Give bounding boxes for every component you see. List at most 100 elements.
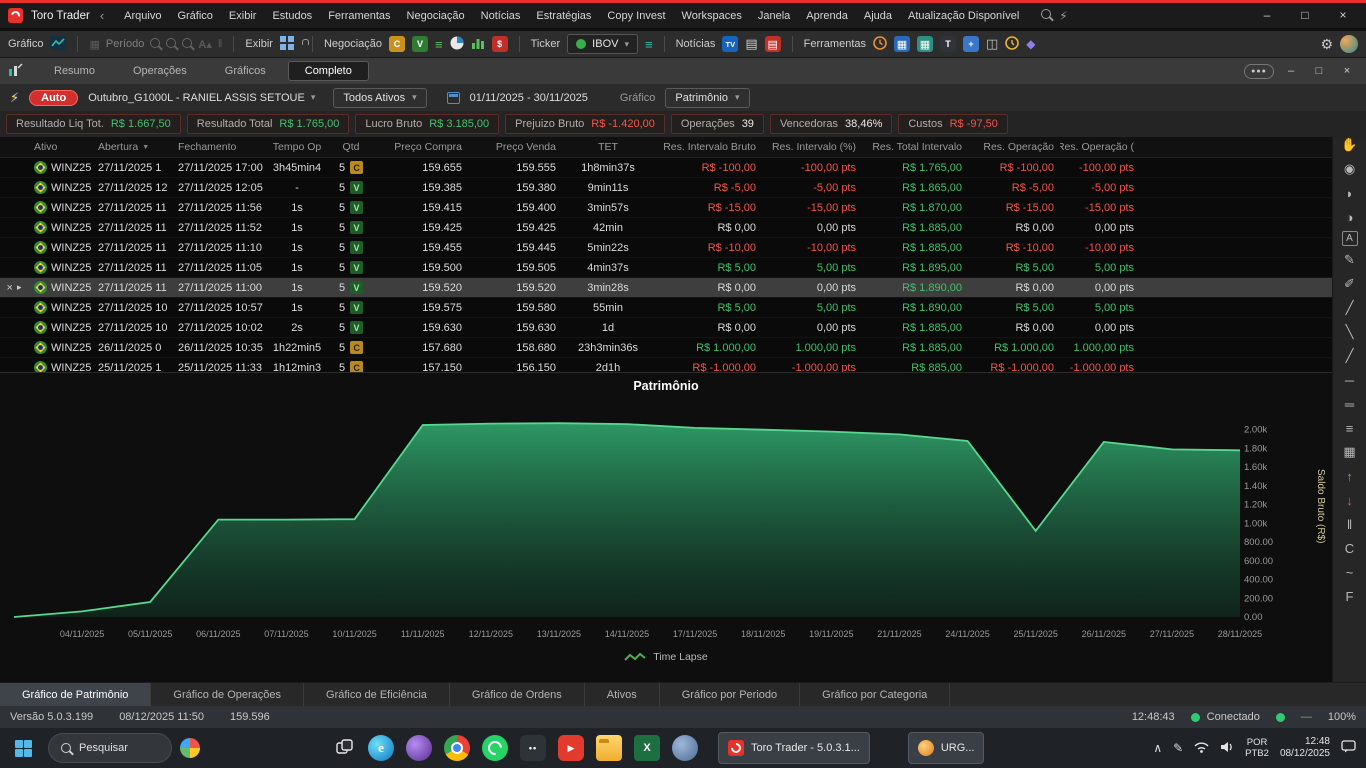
table-row[interactable]: WINZ25 27/11/2025 11 27/11/2025 11:56 1s 5 V 1… <box>0 198 1332 218</box>
zoom-level[interactable]: 100% <box>1328 711 1356 723</box>
channel-icon[interactable]: ‖ <box>1339 514 1361 534</box>
volume-icon[interactable] <box>1220 741 1234 756</box>
table-row[interactable]: WINZ25 27/11/2025 11 27/11/2025 11:52 1s 5 V 1… <box>0 218 1332 238</box>
column-header-tet[interactable]: TET <box>562 137 654 157</box>
language-indicator[interactable]: POR PTB2 <box>1245 737 1269 760</box>
zoom-out-button[interactable]: — <box>1301 711 1312 723</box>
money-icon[interactable]: $ <box>491 36 508 52</box>
trendline-icon[interactable]: ╲ <box>1339 322 1361 342</box>
orders-list-icon[interactable]: ≡ <box>435 37 443 52</box>
column-header-res_intervalo_bruto[interactable]: Res. Intervalo Bruto <box>654 137 762 157</box>
bar-width-icon[interactable]: ‖ <box>218 38 223 50</box>
chart-type-dropdown[interactable]: Patrimônio ▾ <box>665 87 750 108</box>
chrome-icon[interactable] <box>444 735 470 761</box>
titlebar-search-icon[interactable] <box>1041 9 1052 22</box>
strategy-dropdown[interactable]: Outubro_G1000L - RANIEL ASSIS SETOUE ▾ <box>88 92 315 104</box>
blue-app-icon[interactable] <box>672 735 698 761</box>
widgets-icon[interactable] <box>180 738 200 758</box>
watchlist-icon[interactable]: ≡ <box>645 37 653 52</box>
tools-apps-icon[interactable]: ◆ <box>1026 37 1035 51</box>
assets-filter-dropdown[interactable]: Todos Ativos ▾ <box>333 87 427 108</box>
news-alert-icon[interactable]: ▤ <box>764 36 781 52</box>
menu-item-aprenda[interactable]: Aprenda <box>806 10 848 22</box>
avatar[interactable] <box>1340 35 1358 53</box>
tv-icon[interactable]: TV <box>722 36 739 52</box>
brush-icon[interactable]: ✐ <box>1339 274 1361 294</box>
patrimonio-area-chart[interactable]: 0.00 200.00 400.00 600.00 800.00 1.00k 1.20k 1.… <box>0 397 1332 649</box>
buy-icon[interactable]: C <box>389 36 406 52</box>
ticker-select[interactable]: IBOV ▾ <box>567 34 638 54</box>
auto-badge[interactable]: Auto <box>29 89 79 106</box>
panel-minimize-button[interactable]: – <box>1280 65 1302 77</box>
zoom-in-icon[interactable] <box>150 37 161 51</box>
whatsapp-icon[interactable] <box>482 735 508 761</box>
tray-pen-icon[interactable]: ✎ <box>1173 741 1183 755</box>
start-button[interactable] <box>6 732 40 764</box>
arrow-down-icon[interactable]: ↓ <box>1339 490 1361 510</box>
chart-window-icon[interactable] <box>50 35 67 53</box>
ray-icon[interactable]: ╱ <box>1339 346 1361 366</box>
zoom-out-icon[interactable] <box>166 37 177 51</box>
column-header-fechamento[interactable]: Fechamento <box>172 137 266 157</box>
panel-restore-button[interactable]: □ <box>1308 65 1330 77</box>
arrow-up-icon[interactable]: ↑ <box>1339 466 1361 486</box>
tools-add-icon[interactable]: + <box>963 36 979 52</box>
table-row[interactable]: WINZ25 27/11/2025 12 27/11/2025 12:05 - 5 V 15… <box>0 178 1332 198</box>
horizontal-line-icon[interactable]: ─ <box>1339 370 1361 390</box>
excel-icon[interactable]: X <box>634 735 660 761</box>
table-row[interactable]: WINZ25 27/11/2025 1 27/11/2025 17:00 3h45mi… <box>0 158 1332 178</box>
tab-opera-es[interactable]: Operações <box>117 61 203 81</box>
column-header-qtd[interactable]: Qtd <box>328 137 374 157</box>
tools-notes-icon[interactable]: T <box>940 36 956 52</box>
toro-taskbar-button[interactable]: Toro Trader - 5.0.3.1... <box>718 732 870 764</box>
fibonacci-icon[interactable]: ≡ <box>1339 418 1361 438</box>
youtube-icon[interactable]: ▶ <box>558 735 584 761</box>
gear-icon[interactable]: ⚙ <box>1320 36 1333 53</box>
notification-center-icon[interactable] <box>1341 740 1356 756</box>
dark-app-icon[interactable]: •• <box>520 735 546 761</box>
newspaper-icon[interactable]: ▤ <box>745 36 757 52</box>
menu-item-estrat-gias[interactable]: Estratégias <box>536 10 591 22</box>
file-explorer-icon[interactable] <box>596 735 622 761</box>
tab-gr-fico-por-periodo[interactable]: Gráfico por Periodo <box>660 683 801 706</box>
zoom-reset-icon[interactable] <box>182 37 193 51</box>
volume-bars-icon[interactable] <box>471 36 485 52</box>
menu-item-janela[interactable]: Janela <box>758 10 790 22</box>
wave-icon[interactable]: ~ <box>1339 562 1361 582</box>
tools-clock-icon[interactable] <box>873 35 887 53</box>
column-header-res_operacao_pts[interactable]: Res. Operação ( <box>1060 137 1140 157</box>
menu-item-ajuda[interactable]: Ajuda <box>864 10 892 22</box>
circle-tool-icon[interactable]: C <box>1339 538 1361 558</box>
tab-gr-fico-de-ordens[interactable]: Gráfico de Ordens <box>450 683 585 706</box>
browser-purple-icon[interactable] <box>406 735 432 761</box>
task-view-icon[interactable] <box>336 738 354 759</box>
text-tool-icon[interactable]: A <box>1341 231 1358 246</box>
menu-item-workspaces[interactable]: Workspaces <box>682 10 742 22</box>
menu-item-copy-invest[interactable]: Copy Invest <box>607 10 665 22</box>
column-header-preco_compra[interactable]: Preço Compra <box>374 137 468 157</box>
tab-gr-fico-por-categoria[interactable]: Gráfico por Categoria <box>800 683 951 706</box>
tools-calculator-icon[interactable]: ▦ <box>917 36 933 52</box>
table-row[interactable]: WINZ25 27/11/2025 10 27/11/2025 10:57 1s 5 V 1… <box>0 298 1332 318</box>
font-size-icon[interactable]: A▴ <box>198 38 211 51</box>
maximize-button[interactable]: □ <box>1290 3 1320 28</box>
paint-icon[interactable]: ◑ <box>1339 207 1361 227</box>
sell-icon[interactable]: V <box>412 36 429 52</box>
table-row[interactable]: WINZ25 26/11/2025 0 26/11/2025 10:35 1h22mi… <box>0 338 1332 358</box>
calendar-icon[interactable] <box>446 91 460 104</box>
column-header-res_operacao[interactable]: Res. Operação <box>968 137 1060 157</box>
tab-gr-ficos[interactable]: Gráficos <box>209 61 282 81</box>
droplet-icon[interactable]: ◗ <box>1339 183 1361 203</box>
tray-expand-icon[interactable]: ∧ <box>1153 741 1162 755</box>
tools-alarm-icon[interactable] <box>1005 35 1020 53</box>
grid-tool-icon[interactable]: ▦ <box>1339 442 1361 462</box>
date-range[interactable]: 01/11/2025 - 30/11/2025 <box>470 92 588 104</box>
more-options-button[interactable]: ●●● <box>1244 63 1274 79</box>
column-header-tempo_op[interactable]: Tempo Op <box>266 137 328 157</box>
panel-close-button[interactable]: × <box>1336 65 1358 77</box>
eye-icon[interactable]: ◉ <box>1339 159 1361 179</box>
minimize-button[interactable]: – <box>1252 3 1282 28</box>
tab-gr-fico-de-efici-ncia[interactable]: Gráfico de Eficiência <box>304 683 450 706</box>
menu-item-gr-fico[interactable]: Gráfico <box>177 10 212 22</box>
menu-item-ferramentas[interactable]: Ferramentas <box>328 10 390 22</box>
